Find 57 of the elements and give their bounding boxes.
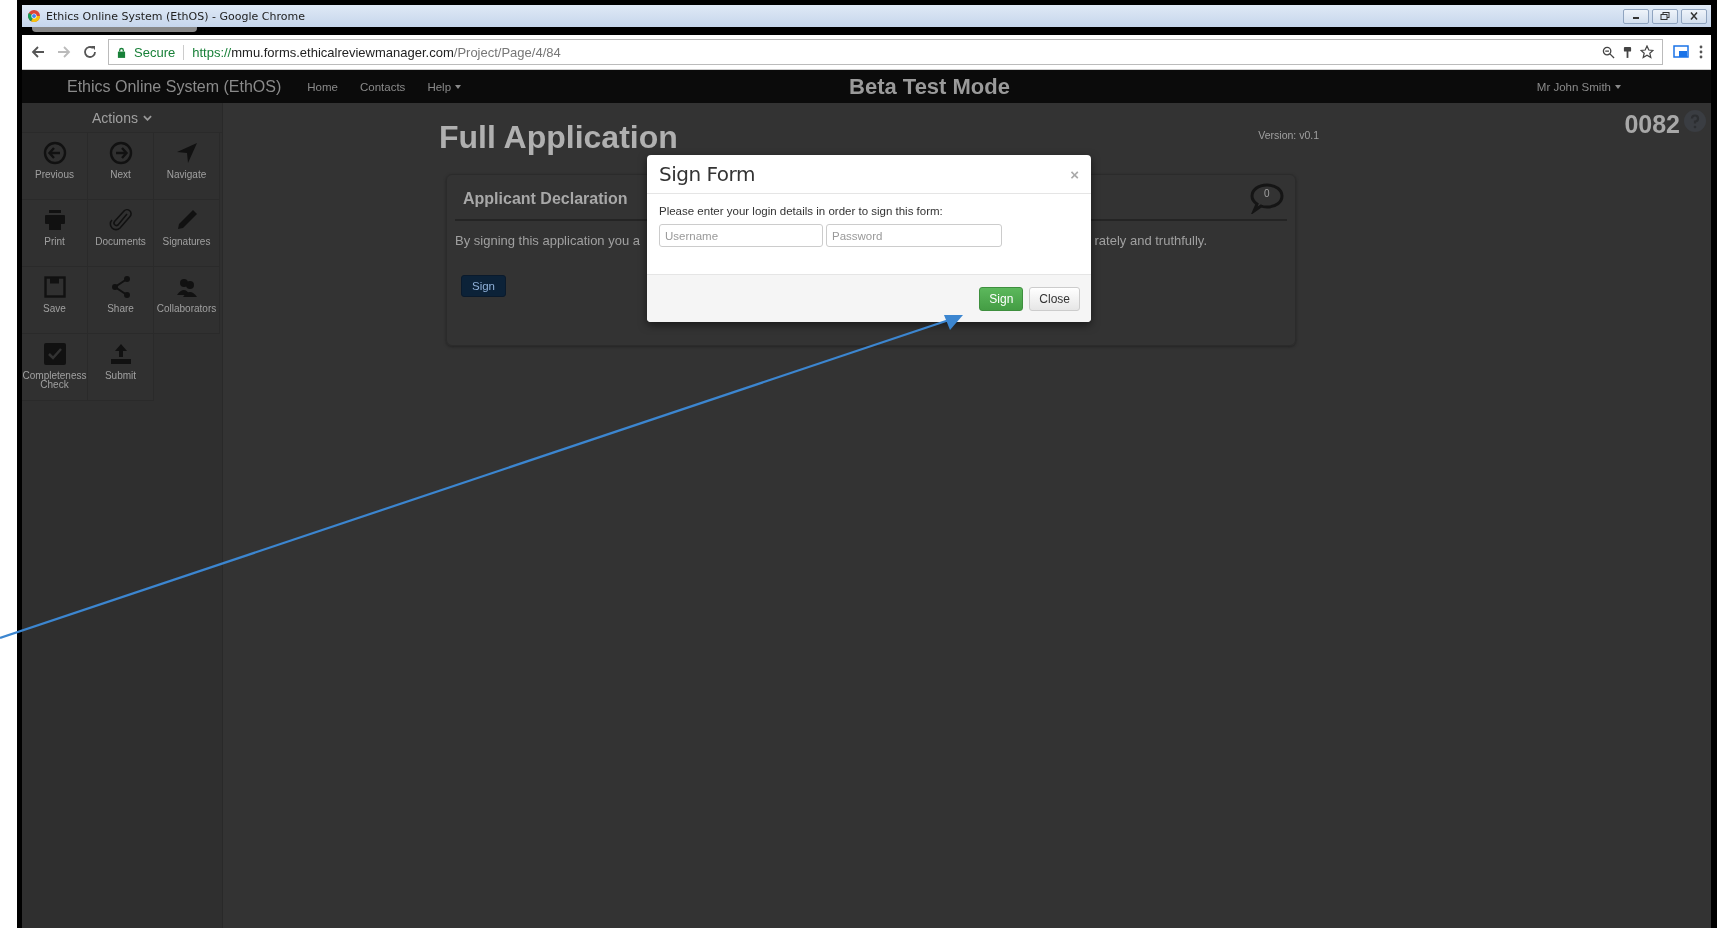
sidebar-action[interactable]: Navigate bbox=[154, 133, 220, 200]
input-field[interactable]: Username bbox=[659, 224, 823, 247]
lock-icon bbox=[117, 46, 126, 58]
user-menu[interactable]: Mr John Smith bbox=[1536, 80, 1621, 93]
checkbox-icon bbox=[42, 342, 67, 366]
sidebar-action[interactable]: Signatures bbox=[154, 200, 220, 267]
upload-icon bbox=[108, 342, 133, 366]
window-title: Ethics Online System (EthOS) - Google Chrome bbox=[46, 9, 305, 23]
nav-link[interactable]: Help bbox=[427, 80, 462, 93]
dialog-prompt: Please enter your login details in order to sign this form: bbox=[659, 205, 944, 217]
browser-logo-icon bbox=[28, 10, 40, 22]
page-title: Full Application bbox=[439, 119, 678, 156]
close-button[interactable]: Close bbox=[1029, 286, 1080, 311]
sidebar-action[interactable]: Submit bbox=[88, 334, 154, 401]
sidebar-action[interactable]: Share bbox=[88, 267, 154, 334]
nav-link[interactable]: Contacts bbox=[360, 80, 406, 93]
sidebar-action[interactable]: Completeness Check bbox=[22, 334, 88, 401]
sidebar-action[interactable]: Documents bbox=[88, 200, 154, 267]
sidebar-action[interactable]: Save bbox=[22, 267, 88, 334]
comment-bubble-icon[interactable]: 0 bbox=[1249, 182, 1285, 214]
close-icon bbox=[1689, 12, 1699, 20]
panel-title: Applicant Declaration bbox=[463, 190, 628, 208]
nav-link[interactable]: Home bbox=[307, 80, 338, 93]
back-icon[interactable] bbox=[30, 44, 46, 60]
secure-label: Secure bbox=[134, 44, 185, 60]
minimize-button[interactable] bbox=[1623, 8, 1649, 24]
project-number: 0082 bbox=[1624, 110, 1680, 139]
menu-icon[interactable] bbox=[1699, 45, 1703, 59]
input-field[interactable]: Password bbox=[826, 224, 1002, 247]
star-icon[interactable] bbox=[1640, 45, 1654, 59]
dialog-title: Sign Form bbox=[659, 162, 755, 186]
version-label: Version: v0.1 bbox=[1258, 129, 1319, 141]
comment-count: 0 bbox=[1264, 188, 1270, 199]
sidebar-action[interactable]: Next bbox=[88, 133, 154, 200]
caret-icon bbox=[1615, 84, 1621, 89]
sign-button[interactable]: Sign bbox=[979, 286, 1024, 311]
sidebar-action[interactable]: Collaborators bbox=[154, 267, 220, 334]
sign-button[interactable]: Sign bbox=[461, 275, 507, 297]
restore-button[interactable] bbox=[1652, 8, 1678, 24]
printer-icon bbox=[42, 208, 67, 232]
reload-icon[interactable] bbox=[82, 44, 98, 60]
close-button[interactable] bbox=[1681, 8, 1707, 24]
address-bar[interactable]: Secure https://mmu.forms.ethicalreviewmanager.com/Project/Page/4/84 bbox=[108, 39, 1663, 65]
sidebar-action[interactable]: Previous bbox=[22, 133, 88, 200]
paperclip-icon bbox=[108, 208, 133, 232]
app-brand[interactable]: Ethics Online System (EthOS) bbox=[67, 77, 282, 96]
cast-icon[interactable] bbox=[1673, 45, 1689, 59]
caret-icon bbox=[455, 84, 462, 89]
url-text: https://mmu.forms.ethicalreviewmanager.com/Project/Page/4/84 bbox=[192, 44, 561, 60]
caret-icon bbox=[142, 114, 152, 121]
zoom-icon[interactable] bbox=[1602, 45, 1615, 59]
declaration-text: rately and truthfully. bbox=[1094, 233, 1207, 248]
mode-title: Beta Test Mode bbox=[849, 73, 1010, 100]
sidebar-action[interactable]: Print bbox=[22, 200, 88, 267]
key-icon[interactable] bbox=[1623, 45, 1632, 59]
declaration-text: By signing this application you a bbox=[455, 233, 640, 248]
restore-icon bbox=[1660, 12, 1670, 20]
